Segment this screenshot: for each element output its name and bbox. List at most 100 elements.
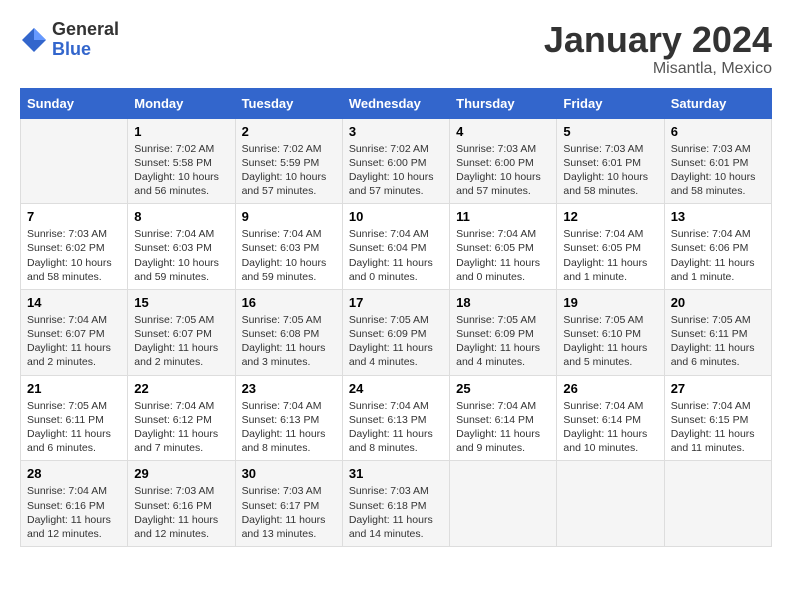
day-number: 22 — [134, 381, 228, 396]
day-number: 14 — [27, 295, 121, 310]
day-info: Sunrise: 7:03 AM Sunset: 6:02 PM Dayligh… — [27, 227, 121, 284]
day-info: Sunrise: 7:05 AM Sunset: 6:11 PM Dayligh… — [27, 399, 121, 456]
header-day-wednesday: Wednesday — [342, 88, 449, 118]
day-info: Sunrise: 7:04 AM Sunset: 6:13 PM Dayligh… — [349, 399, 443, 456]
day-info: Sunrise: 7:05 AM Sunset: 6:09 PM Dayligh… — [349, 313, 443, 370]
day-number: 6 — [671, 124, 765, 139]
day-info: Sunrise: 7:04 AM Sunset: 6:15 PM Dayligh… — [671, 399, 765, 456]
day-info: Sunrise: 7:03 AM Sunset: 6:01 PM Dayligh… — [671, 142, 765, 199]
calendar-cell: 28 Sunrise: 7:04 AM Sunset: 6:16 PM Dayli… — [21, 461, 128, 547]
day-info: Sunrise: 7:05 AM Sunset: 6:07 PM Dayligh… — [134, 313, 228, 370]
day-number: 18 — [456, 295, 550, 310]
logo: General Blue — [20, 20, 119, 60]
day-number: 13 — [671, 209, 765, 224]
day-info: Sunrise: 7:04 AM Sunset: 6:12 PM Dayligh… — [134, 399, 228, 456]
day-info: Sunrise: 7:05 AM Sunset: 6:11 PM Dayligh… — [671, 313, 765, 370]
calendar-cell: 6 Sunrise: 7:03 AM Sunset: 6:01 PM Daylig… — [664, 118, 771, 204]
calendar-cell: 30 Sunrise: 7:03 AM Sunset: 6:17 PM Dayli… — [235, 461, 342, 547]
day-number: 10 — [349, 209, 443, 224]
header: General Blue January 2024 Misantla, Mexi… — [20, 20, 772, 78]
calendar-table: SundayMondayTuesdayWednesdayThursdayFrid… — [20, 88, 772, 547]
calendar-cell: 12 Sunrise: 7:04 AM Sunset: 6:05 PM Dayli… — [557, 204, 664, 290]
calendar-cell: 10 Sunrise: 7:04 AM Sunset: 6:04 PM Dayli… — [342, 204, 449, 290]
day-number: 31 — [349, 466, 443, 481]
calendar-cell: 19Sunrise: 7:05 AM Sunset: 6:10 PM Dayli… — [557, 289, 664, 375]
calendar-cell: 23 Sunrise: 7:04 AM Sunset: 6:13 PM Dayli… — [235, 375, 342, 461]
subtitle: Misantla, Mexico — [544, 60, 772, 78]
day-info: Sunrise: 7:04 AM Sunset: 6:05 PM Dayligh… — [563, 227, 657, 284]
day-info: Sunrise: 7:05 AM Sunset: 6:09 PM Dayligh… — [456, 313, 550, 370]
day-info: Sunrise: 7:04 AM Sunset: 6:14 PM Dayligh… — [563, 399, 657, 456]
day-info: Sunrise: 7:03 AM Sunset: 6:16 PM Dayligh… — [134, 484, 228, 541]
day-number: 2 — [242, 124, 336, 139]
calendar-cell — [664, 461, 771, 547]
calendar-cell: 24Sunrise: 7:04 AM Sunset: 6:13 PM Dayli… — [342, 375, 449, 461]
calendar-header-row: SundayMondayTuesdayWednesdayThursdayFrid… — [21, 88, 772, 118]
day-info: Sunrise: 7:03 AM Sunset: 6:18 PM Dayligh… — [349, 484, 443, 541]
calendar-cell: 4 Sunrise: 7:03 AM Sunset: 6:00 PM Daylig… — [450, 118, 557, 204]
calendar-cell: 17Sunrise: 7:05 AM Sunset: 6:09 PM Dayli… — [342, 289, 449, 375]
calendar-cell: 11 Sunrise: 7:04 AM Sunset: 6:05 PM Dayli… — [450, 204, 557, 290]
day-info: Sunrise: 7:04 AM Sunset: 6:07 PM Dayligh… — [27, 313, 121, 370]
calendar-cell: 26 Sunrise: 7:04 AM Sunset: 6:14 PM Dayli… — [557, 375, 664, 461]
calendar-cell: 31 Sunrise: 7:03 AM Sunset: 6:18 PM Dayli… — [342, 461, 449, 547]
day-number: 26 — [563, 381, 657, 396]
day-info: Sunrise: 7:04 AM Sunset: 6:03 PM Dayligh… — [242, 227, 336, 284]
day-number: 29 — [134, 466, 228, 481]
calendar-cell: 21 Sunrise: 7:05 AM Sunset: 6:11 PM Dayli… — [21, 375, 128, 461]
day-number: 30 — [242, 466, 336, 481]
day-info: Sunrise: 7:02 AM Sunset: 6:00 PM Dayligh… — [349, 142, 443, 199]
header-day-saturday: Saturday — [664, 88, 771, 118]
header-day-friday: Friday — [557, 88, 664, 118]
day-info: Sunrise: 7:04 AM Sunset: 6:16 PM Dayligh… — [27, 484, 121, 541]
day-number: 12 — [563, 209, 657, 224]
day-number: 9 — [242, 209, 336, 224]
main-title: January 2024 — [544, 20, 772, 60]
calendar-week-4: 21 Sunrise: 7:05 AM Sunset: 6:11 PM Dayli… — [21, 375, 772, 461]
calendar-cell — [450, 461, 557, 547]
title-area: January 2024 Misantla, Mexico — [544, 20, 772, 78]
day-info: Sunrise: 7:05 AM Sunset: 6:08 PM Dayligh… — [242, 313, 336, 370]
day-number: 25 — [456, 381, 550, 396]
day-info: Sunrise: 7:03 AM Sunset: 6:00 PM Dayligh… — [456, 142, 550, 199]
header-day-tuesday: Tuesday — [235, 88, 342, 118]
header-day-monday: Monday — [128, 88, 235, 118]
day-number: 28 — [27, 466, 121, 481]
calendar-cell: 18 Sunrise: 7:05 AM Sunset: 6:09 PM Dayli… — [450, 289, 557, 375]
day-info: Sunrise: 7:04 AM Sunset: 6:05 PM Dayligh… — [456, 227, 550, 284]
day-info: Sunrise: 7:03 AM Sunset: 6:17 PM Dayligh… — [242, 484, 336, 541]
day-info: Sunrise: 7:04 AM Sunset: 6:14 PM Dayligh… — [456, 399, 550, 456]
logo-text: General Blue — [52, 20, 119, 60]
calendar-cell: 9 Sunrise: 7:04 AM Sunset: 6:03 PM Daylig… — [235, 204, 342, 290]
day-number: 21 — [27, 381, 121, 396]
calendar-cell: 7Sunrise: 7:03 AM Sunset: 6:02 PM Daylig… — [21, 204, 128, 290]
calendar-cell: 2 Sunrise: 7:02 AM Sunset: 5:59 PM Daylig… — [235, 118, 342, 204]
calendar-week-5: 28 Sunrise: 7:04 AM Sunset: 6:16 PM Dayli… — [21, 461, 772, 547]
calendar-cell: 15 Sunrise: 7:05 AM Sunset: 6:07 PM Dayli… — [128, 289, 235, 375]
day-number: 16 — [242, 295, 336, 310]
day-number: 23 — [242, 381, 336, 396]
day-info: Sunrise: 7:04 AM Sunset: 6:13 PM Dayligh… — [242, 399, 336, 456]
day-number: 1 — [134, 124, 228, 139]
calendar-cell: 5Sunrise: 7:03 AM Sunset: 6:01 PM Daylig… — [557, 118, 664, 204]
calendar-cell: 29 Sunrise: 7:03 AM Sunset: 6:16 PM Dayli… — [128, 461, 235, 547]
calendar-week-2: 7Sunrise: 7:03 AM Sunset: 6:02 PM Daylig… — [21, 204, 772, 290]
day-number: 3 — [349, 124, 443, 139]
day-info: Sunrise: 7:04 AM Sunset: 6:04 PM Dayligh… — [349, 227, 443, 284]
day-number: 4 — [456, 124, 550, 139]
calendar-cell: 27 Sunrise: 7:04 AM Sunset: 6:15 PM Dayli… — [664, 375, 771, 461]
calendar-cell: 8Sunrise: 7:04 AM Sunset: 6:03 PM Daylig… — [128, 204, 235, 290]
calendar-cell — [21, 118, 128, 204]
day-info: Sunrise: 7:02 AM Sunset: 5:59 PM Dayligh… — [242, 142, 336, 199]
day-info: Sunrise: 7:04 AM Sunset: 6:06 PM Dayligh… — [671, 227, 765, 284]
header-day-sunday: Sunday — [21, 88, 128, 118]
day-number: 11 — [456, 209, 550, 224]
calendar-cell: 22 Sunrise: 7:04 AM Sunset: 6:12 PM Dayli… — [128, 375, 235, 461]
calendar-cell: 1Sunrise: 7:02 AM Sunset: 5:58 PM Daylig… — [128, 118, 235, 204]
calendar-cell: 25 Sunrise: 7:04 AM Sunset: 6:14 PM Dayli… — [450, 375, 557, 461]
day-info: Sunrise: 7:04 AM Sunset: 6:03 PM Dayligh… — [134, 227, 228, 284]
day-number: 27 — [671, 381, 765, 396]
calendar-week-1: 1Sunrise: 7:02 AM Sunset: 5:58 PM Daylig… — [21, 118, 772, 204]
calendar-cell: 3 Sunrise: 7:02 AM Sunset: 6:00 PM Daylig… — [342, 118, 449, 204]
day-number: 15 — [134, 295, 228, 310]
